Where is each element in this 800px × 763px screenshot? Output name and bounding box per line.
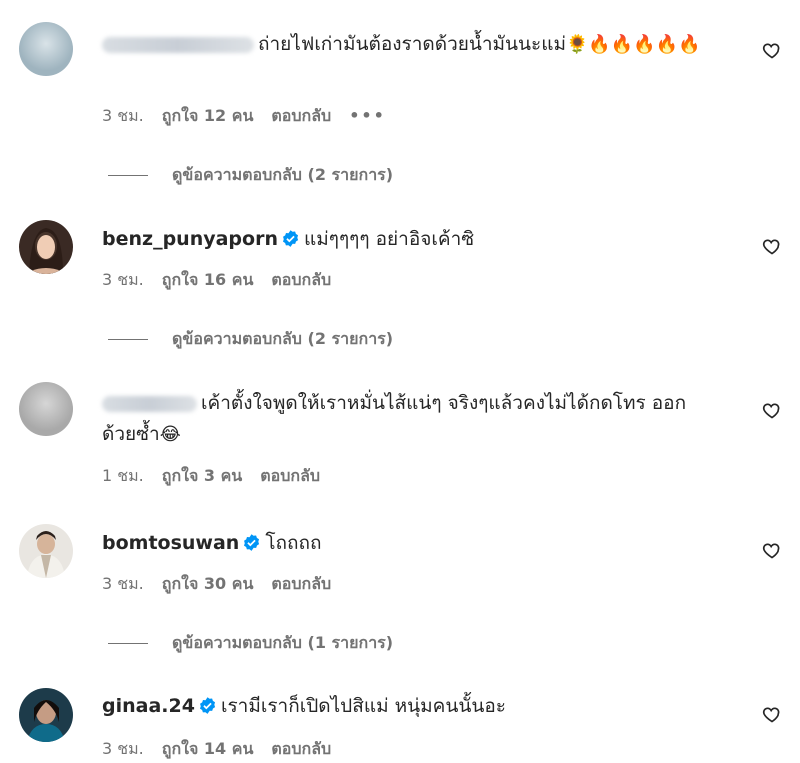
verified-badge-icon [199, 697, 216, 714]
emoji-text: 🌻🔥🔥🔥🔥🔥 [566, 34, 701, 55]
heart-outline-icon[interactable] [762, 540, 782, 560]
like-count[interactable]: ถูกใจ 14 คน [162, 739, 254, 758]
verified-badge-icon [244, 534, 260, 551]
comment-text: โถถถถ [265, 532, 322, 554]
like-count[interactable]: ถูกใจ 12 คน [162, 106, 254, 125]
comment-meta: 3 ชม. ถูกใจ 12 คน ตอบกลับ ••• [102, 104, 404, 129]
reply-button[interactable]: ตอบกลับ [260, 466, 320, 485]
username-link[interactable]: benz_punyaporn [102, 228, 278, 250]
avatar[interactable] [19, 382, 73, 436]
comment-time: 3 ชม. [102, 270, 144, 289]
view-replies-button[interactable]: ดูข้อความตอบกลับ (1 รายการ) [108, 631, 393, 656]
comment-text-block: benz_punyaporn แม่ๆๆๆๆ อย่าอิจเค้าซิ [102, 224, 720, 255]
comment-text-block: เค้าตั้งใจพูดให้เราหมั่นไส้แน่ๆ จริงๆแล้… [102, 388, 720, 450]
heart-outline-icon[interactable] [762, 40, 782, 60]
blurred-username[interactable] [102, 36, 254, 53]
blurred-username[interactable] [102, 395, 197, 412]
username-link[interactable]: ginaa.24 [102, 695, 195, 717]
heart-outline-icon[interactable] [762, 236, 782, 256]
comment-text-block: ถ่ายไฟเก่ามันต้องราดด้วยน้ำมันนะแม่🌻🔥🔥🔥🔥… [102, 29, 720, 60]
view-replies-button[interactable]: ดูข้อความตอบกลับ (2 รายการ) [108, 163, 393, 188]
comment-text: เรามีเราก็เปิดไปสิแม่ หนุ่มคนนั้นอะ [220, 695, 506, 717]
view-replies-label: ดูข้อความตอบกลับ (2 รายการ) [172, 329, 394, 348]
avatar[interactable] [19, 524, 73, 578]
comment-text: ถ่ายไฟเก่ามันต้องราดด้วยน้ำมันนะแม่ [258, 33, 567, 55]
comment-meta: 3 ชม. ถูกใจ 30 คน ตอบกลับ [102, 572, 349, 597]
comment-time: 1 ชม. [102, 466, 144, 485]
heart-outline-icon[interactable] [762, 400, 782, 420]
like-count[interactable]: ถูกใจ 30 คน [162, 574, 254, 593]
comment-text: แม่ๆๆๆๆ อย่าอิจเค้าซิ [303, 228, 475, 250]
comment-time: 3 ชม. [102, 739, 144, 758]
divider-line [108, 643, 148, 644]
username-link[interactable]: bomtosuwan [102, 532, 239, 554]
view-replies-label: ดูข้อความตอบกลับ (2 รายการ) [172, 165, 394, 184]
more-options-icon[interactable]: ••• [349, 106, 386, 125]
view-replies-label: ดูข้อความตอบกลับ (1 รายการ) [172, 633, 394, 652]
like-count[interactable]: ถูกใจ 16 คน [162, 270, 254, 289]
divider-line [108, 175, 148, 176]
view-replies-button[interactable]: ดูข้อความตอบกลับ (2 รายการ) [108, 327, 393, 352]
reply-button[interactable]: ตอบกลับ [271, 270, 331, 289]
reply-button[interactable]: ตอบกลับ [271, 106, 331, 125]
avatar[interactable] [19, 688, 73, 742]
comment-meta: 1 ชม. ถูกใจ 3 คน ตอบกลับ [102, 464, 338, 489]
avatar[interactable] [19, 220, 73, 274]
comment-meta: 3 ชม. ถูกใจ 14 คน ตอบกลับ [102, 737, 349, 762]
comment-meta: 3 ชม. ถูกใจ 16 คน ตอบกลับ [102, 268, 349, 293]
reply-button[interactable]: ตอบกลับ [271, 739, 331, 758]
divider-line [108, 339, 148, 340]
verified-badge-icon [282, 230, 299, 247]
emoji-text: 😂 [159, 424, 181, 445]
comment-text-block: bomtosuwan โถถถถ [102, 528, 720, 559]
comment-time: 3 ชม. [102, 106, 144, 125]
heart-outline-icon[interactable] [762, 704, 782, 724]
like-count[interactable]: ถูกใจ 3 คน [162, 466, 242, 485]
comment-time: 3 ชม. [102, 574, 144, 593]
avatar[interactable] [19, 22, 73, 76]
reply-button[interactable]: ตอบกลับ [271, 574, 331, 593]
comment-text-block: ginaa.24 เรามีเราก็เปิดไปสิแม่ หนุ่มคนนั้… [102, 691, 720, 722]
